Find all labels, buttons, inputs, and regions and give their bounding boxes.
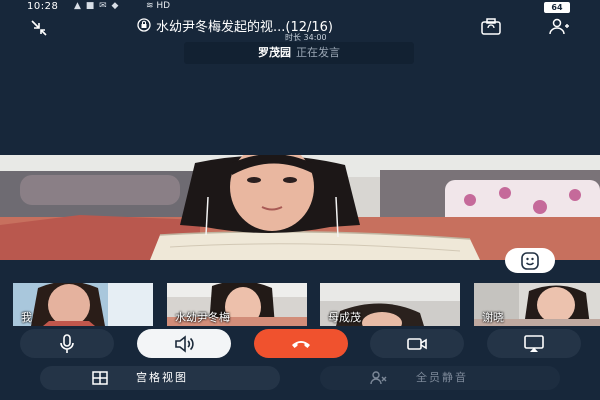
status-time: 10:28 xyxy=(27,1,59,12)
participant-thumbnail[interactable]: 水幼尹冬梅 xyxy=(167,283,307,326)
wifi-icon: ≋ xyxy=(146,1,157,11)
network-indicator: ≋ HD xyxy=(146,1,170,11)
battery-icon: 64 xyxy=(544,2,570,13)
main-video-stream[interactable] xyxy=(0,155,600,260)
mute-all-label: 全员静音 xyxy=(416,371,468,384)
status-bar: 10:28 ▲ ■ ✉ ◆ ≋ HD 64 xyxy=(0,0,600,14)
participant-thumbnail[interactable]: 我 xyxy=(13,283,153,326)
collapse-icon xyxy=(31,20,47,36)
mute-all-icon xyxy=(370,371,387,385)
speaker-video-frame xyxy=(0,155,600,260)
smiley-face-icon xyxy=(521,252,539,270)
active-speaker-badge: 罗茂园 正在发言 xyxy=(184,42,414,64)
speaker-button[interactable] xyxy=(137,329,231,358)
hang-up-button[interactable] xyxy=(254,329,348,358)
speaker-status: 正在发言 xyxy=(296,46,340,59)
microphone-button[interactable] xyxy=(20,329,114,358)
switch-camera-button[interactable] xyxy=(480,17,502,37)
network-label: HD xyxy=(156,1,171,11)
screen-share-icon xyxy=(524,335,544,352)
notification-icons: ▲ ■ ✉ ◆ xyxy=(74,1,120,11)
participant-name: 母成茂 xyxy=(328,311,361,324)
beauty-filter-button[interactable] xyxy=(505,248,555,273)
participant-thumbnail[interactable]: 母成茂 xyxy=(320,283,460,326)
video-camera-icon xyxy=(407,338,427,350)
grid-view-label: 宫格视图 xyxy=(136,371,188,384)
collapse-window-button[interactable] xyxy=(30,19,48,37)
camera-switch-icon xyxy=(481,18,501,35)
grid-icon xyxy=(92,371,108,385)
screen-share-button[interactable] xyxy=(487,329,581,358)
participant-name: 我 xyxy=(21,311,32,324)
participant-name: 谢晓 xyxy=(482,311,504,324)
participant-thumbnail[interactable]: 谢晓 xyxy=(474,283,600,326)
speaker-name: 罗茂园 xyxy=(258,46,291,59)
camera-toggle-button[interactable] xyxy=(370,329,464,358)
participant-name: 水幼尹冬梅 xyxy=(175,311,230,324)
participants-icon xyxy=(549,18,569,35)
speaker-icon xyxy=(175,335,194,353)
participant-video xyxy=(13,283,153,326)
participants-button[interactable] xyxy=(548,17,570,37)
grid-view-button[interactable]: 宫格视图 xyxy=(40,366,280,390)
microphone-icon xyxy=(60,334,74,353)
mute-all-button[interactable]: 全员静音 xyxy=(320,366,560,390)
meeting-title-bar: 水幼尹冬梅发起的视...(12/16) 时长 34:00 xyxy=(130,15,480,43)
lock-icon xyxy=(137,18,151,32)
hang-up-icon xyxy=(292,341,310,348)
